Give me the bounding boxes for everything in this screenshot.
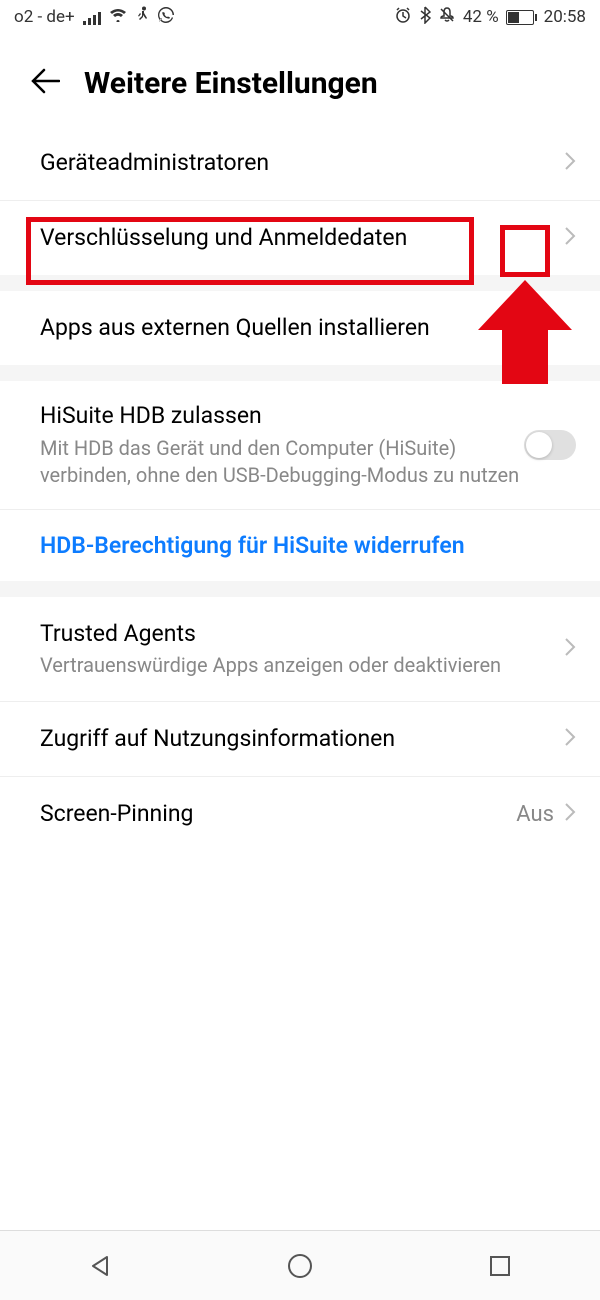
row-hisuite-hdb[interactable]: HiSuite HDB zulassen Mit HDB das Gerät u…	[0, 381, 600, 510]
row-device-admins[interactable]: Geräteadministratoren	[0, 126, 600, 201]
alarm-icon	[394, 6, 412, 29]
mute-icon	[438, 6, 456, 29]
row-hdb-revoke[interactable]: HDB-Berechtigung für HiSuite widerrufen	[0, 510, 600, 581]
section-advanced: Trusted Agents Vertrauenswürdige Apps an…	[0, 597, 600, 852]
bluetooth-icon	[419, 6, 431, 29]
hdb-revoke-link: HDB-Berechtigung für HiSuite widerrufen	[40, 532, 465, 559]
back-button[interactable]	[30, 64, 60, 102]
section-gap	[0, 581, 600, 597]
row-trusted-agents[interactable]: Trusted Agents Vertrauenswürdige Apps an…	[0, 597, 600, 703]
device-admins-label: Geräteadministratoren	[40, 148, 564, 178]
trusted-agents-label: Trusted Agents	[40, 619, 564, 649]
section-hisuite: HiSuite HDB zulassen Mit HDB das Gerät u…	[0, 381, 600, 581]
row-encryption-credentials[interactable]: Verschlüsselung und Anmeldedaten	[0, 201, 600, 275]
nav-recent-button[interactable]	[450, 1241, 550, 1291]
chevron-right-icon	[564, 725, 576, 753]
chevron-right-icon	[564, 149, 576, 177]
usage-access-label: Zugriff auf Nutzungsinformationen	[40, 724, 564, 754]
chevron-right-icon	[564, 800, 576, 828]
nav-bar	[0, 1230, 600, 1300]
carrier-text: o2 - de+	[14, 7, 75, 27]
battery-percent: 42 %	[463, 7, 499, 27]
activity-icon	[135, 6, 149, 29]
annotation-arrow-icon	[478, 280, 572, 388]
encryption-label: Verschlüsselung und Anmeldedaten	[40, 223, 564, 253]
status-left: o2 - de+	[14, 6, 175, 29]
hisuite-hdb-toggle[interactable]	[524, 430, 576, 460]
hisuite-hdb-sublabel: Mit HDB das Gerät und den Computer (HiSu…	[40, 435, 524, 489]
nav-back-button[interactable]	[50, 1241, 150, 1291]
nav-home-button[interactable]	[250, 1241, 350, 1291]
chevron-right-icon	[564, 224, 576, 252]
battery-icon	[506, 10, 537, 25]
time-text: 20:58	[544, 7, 586, 27]
screen-pinning-value: Aus	[516, 802, 554, 827]
row-screen-pinning[interactable]: Screen-Pinning Aus	[0, 777, 600, 851]
status-bar: o2 - de+ 42 % 20:58	[0, 0, 600, 34]
screen-pinning-label: Screen-Pinning	[40, 799, 516, 829]
row-usage-access[interactable]: Zugriff auf Nutzungsinformationen	[0, 702, 600, 777]
header: Weitere Einstellungen	[0, 34, 600, 126]
hisuite-hdb-label: HiSuite HDB zulassen	[40, 401, 524, 431]
chevron-right-icon	[564, 635, 576, 663]
signal-icon	[83, 10, 101, 25]
trusted-agents-sublabel: Vertrauenswürdige Apps anzeigen oder dea…	[40, 652, 564, 679]
section-security: Geräteadministratoren Verschlüsselung un…	[0, 126, 600, 275]
page-title: Weitere Einstellungen	[84, 66, 378, 101]
whatsapp-icon	[157, 6, 175, 29]
wifi-icon	[109, 7, 127, 27]
status-right: 42 % 20:58	[394, 6, 586, 29]
